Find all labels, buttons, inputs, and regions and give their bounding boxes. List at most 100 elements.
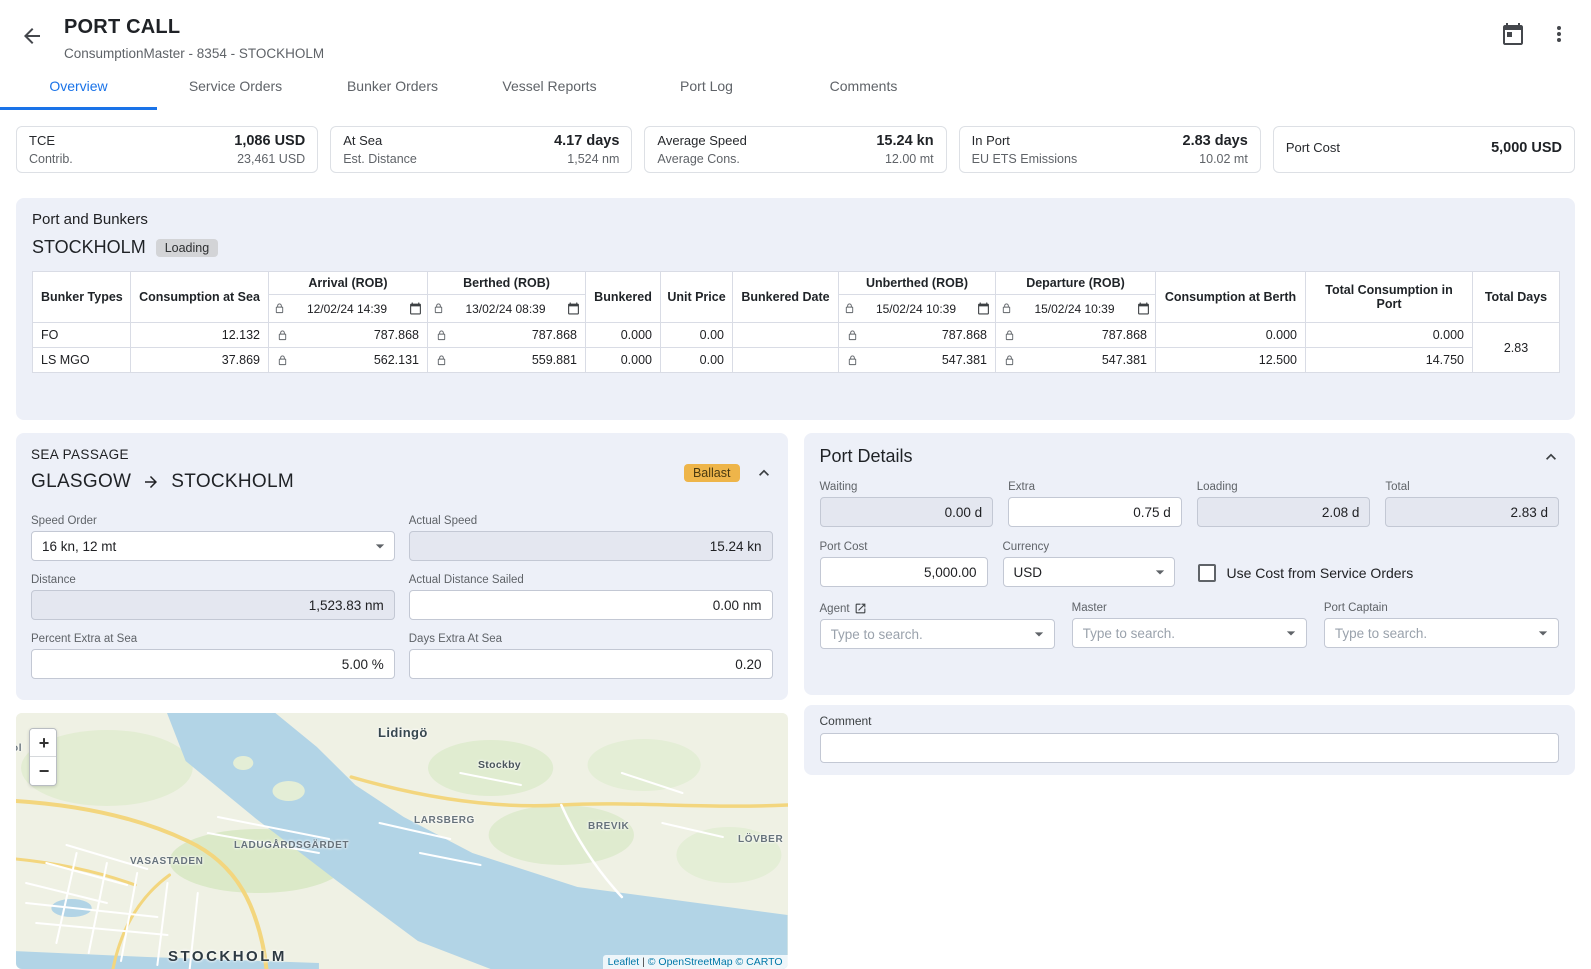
lock-icon[interactable] [277,330,288,341]
table-row-fo: FO 12.132 787.868 787.868 0.000 0.00 787… [33,323,1560,348]
tab-vessel-reports[interactable]: Vessel Reports [471,66,628,110]
speed-order-label: Speed Order [31,515,395,527]
kpi-sub-value: 10.02 mt [1199,152,1248,166]
col-total-days: Total Days [1473,272,1560,323]
lock-icon[interactable] [433,303,444,314]
external-link-icon[interactable] [854,602,867,615]
osm-link[interactable]: © OpenStreetMap [648,956,733,968]
header-actions [1499,20,1573,48]
port-captain-search-input[interactable] [1324,618,1559,648]
map-attribution: Leaflet | © OpenStreetMap © CARTO [603,955,788,969]
loading-input: 2.08 d [1197,497,1371,527]
col-departure-rob: Departure (ROB) [996,272,1156,295]
dropdown-caret-icon [370,536,384,556]
arrival-rob-cell: 562.131 [269,348,428,373]
lock-icon[interactable] [1004,330,1015,341]
extra-input[interactable]: 0.75 d [1008,497,1182,527]
map-label-lovber: LÖVBER [738,834,783,845]
agent-search-input[interactable] [820,619,1055,649]
kebab-menu-icon [1547,22,1571,46]
tab-service-orders[interactable]: Service Orders [157,66,314,110]
route-destination: STOCKHOLM [171,471,294,493]
lock-icon[interactable] [277,355,288,366]
col-unberthed-rob: Unberthed (ROB) [839,272,996,295]
unberthed-rob-cell: 547.381 [839,348,996,373]
lock-icon[interactable] [847,330,858,341]
lock-icon[interactable] [1004,355,1015,366]
col-bunker-types: Bunker Types [33,272,131,323]
lock-icon[interactable] [847,355,858,366]
kpi-card-tce: TCE1,086 USD Contrib.23,461 USD [16,126,318,173]
calendar-button[interactable] [1499,20,1527,48]
comment-input[interactable] [820,733,1560,763]
arrival-rob-cell: 787.868 [269,323,428,348]
kpi-label: TCE [29,133,55,148]
departure-rob-value: 547.381 [1019,353,1147,367]
bunkered-value: 0.000 [586,348,661,373]
actual-distance-sailed-value: 0.00 nm [713,598,762,613]
port-and-bunkers-card: Port and Bunkers STOCKHOLM Loading Bunke… [16,198,1575,420]
back-button[interactable] [18,22,46,50]
port-cost-field: Port Cost [820,541,988,588]
lock-icon[interactable] [1001,303,1012,314]
total-consumption-value: 14.750 [1306,348,1473,373]
zoom-out-button[interactable]: − [30,757,57,785]
departure-date-cell: 15/02/24 10:39 [996,295,1156,323]
master-field: Master [1072,602,1307,649]
more-menu-button[interactable] [1545,20,1573,48]
chevron-up-icon [1541,447,1561,467]
extra-field: Extra 0.75 d [1008,481,1182,527]
left-column: SEA PASSAGE GLASGOW STOCKHOLM Ballast Sp… [16,433,788,969]
col-unit-price: Unit Price [661,272,733,323]
kpi-value: 1,086 USD [234,133,305,149]
currency-select[interactable]: USD [1003,557,1175,587]
tab-port-log[interactable]: Port Log [628,66,785,110]
consumption-at-berth-value: 0.000 [1156,323,1306,348]
berthed-date: 13/02/24 08:39 [448,302,563,316]
percent-extra-at-sea-input[interactable]: 5.00 % [31,649,395,679]
agent-label: Agent [820,603,850,615]
tab-comments[interactable]: Comments [785,66,942,110]
calendar-icon[interactable] [977,302,990,315]
calendar-icon[interactable] [1137,302,1150,315]
tab-bunker-orders[interactable]: Bunker Orders [314,66,471,110]
actual-speed-field: Actual Speed 15.24 kn [409,515,773,561]
unberthed-date: 15/02/24 10:39 [859,302,973,316]
bunker-type: LS MGO [33,348,131,373]
port-status-badge: Loading [156,239,219,257]
collapse-port-details-button[interactable] [1541,447,1561,467]
master-search-input[interactable] [1072,618,1307,648]
lock-icon[interactable] [844,303,855,314]
map[interactable]: + − Lidingö Stockby LARSBERG BREVIK LÖVB… [16,713,788,969]
berthed-rob-value: 559.881 [451,353,577,367]
attribution-divider: | [642,956,645,968]
consumption-at-berth-value: 12.500 [1156,348,1306,373]
lock-icon[interactable] [436,355,447,366]
zoom-in-button[interactable]: + [30,729,57,757]
map-label-larsberg: LARSBERG [414,815,475,826]
port-cost-input[interactable] [820,557,988,587]
tab-overview[interactable]: Overview [0,66,157,110]
use-cost-checkbox[interactable] [1198,564,1216,582]
actual-distance-sailed-input[interactable]: 0.00 nm [409,590,773,620]
calendar-icon[interactable] [567,302,580,315]
currency-label: Currency [1003,541,1175,553]
lock-icon[interactable] [274,303,285,314]
kpi-value: 4.17 days [554,133,619,149]
lock-icon[interactable] [436,330,447,341]
map-label-lidingo: Lidingö [378,725,428,740]
speed-order-select[interactable]: 16 kn, 12 mt [31,531,395,561]
collapse-sea-passage-button[interactable] [754,463,774,483]
actual-speed-input: 15.24 kn [409,531,773,561]
unit-price-value: 0.00 [661,348,733,373]
carto-link[interactable]: © CARTO [735,956,782,968]
map-label-vasastaden: VASASTADEN [130,856,203,867]
calendar-icon[interactable] [409,302,422,315]
actual-distance-sailed-field: Actual Distance Sailed 0.00 nm [409,574,773,620]
loading-value: 2.08 d [1322,505,1360,520]
loading-field: Loading 2.08 d [1197,481,1371,527]
actual-speed-value: 15.24 kn [710,539,762,554]
loading-label: Loading [1197,481,1371,493]
days-extra-at-sea-input[interactable]: 0.20 [409,649,773,679]
leaflet-link[interactable]: Leaflet [608,956,640,968]
